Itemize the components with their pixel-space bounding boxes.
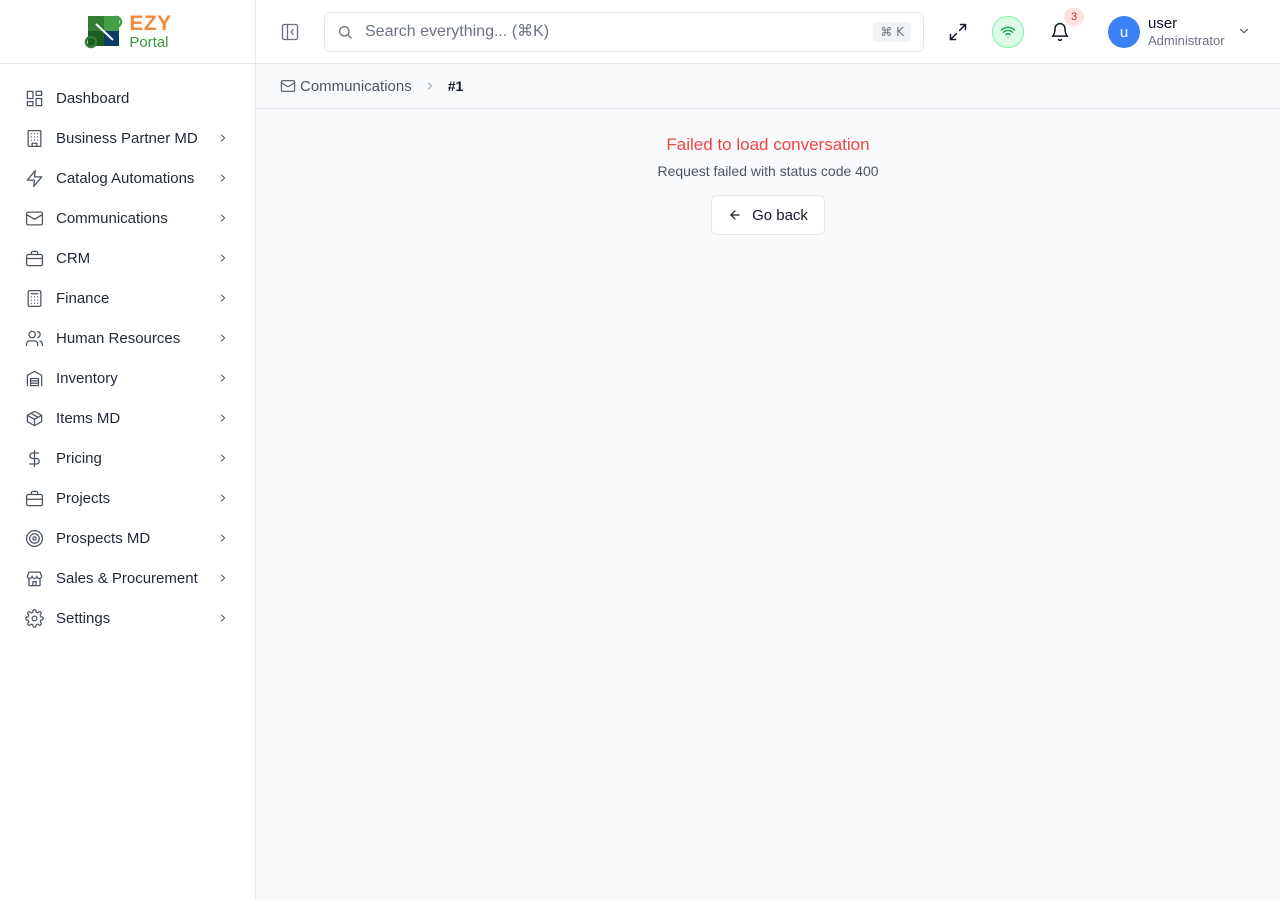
mail-icon — [280, 80, 296, 92]
top-header: ⌘ K 3 u user Administrator — [256, 0, 1280, 64]
breadcrumb-parent-label: Communications — [300, 77, 412, 95]
chevron-right-icon — [215, 610, 231, 626]
breadcrumb-current: #1 — [447, 78, 464, 94]
expand-icon — [949, 23, 967, 41]
chevron-right-icon — [215, 530, 231, 546]
sidebar-item-label: Business Partner MD — [56, 129, 198, 147]
dashboard-icon — [24, 88, 44, 108]
connection-status-button[interactable] — [992, 16, 1024, 48]
search-input[interactable] — [365, 23, 874, 41]
briefcase-icon — [24, 488, 44, 508]
calculator-icon — [24, 288, 44, 308]
chevron-right-icon — [215, 170, 231, 186]
chevron-right-icon — [215, 210, 231, 226]
store-icon — [24, 568, 44, 588]
chevron-right-icon — [215, 450, 231, 466]
error-detail: Request failed with status code 400 — [657, 163, 879, 179]
sidebar-item-label: Inventory — [56, 369, 118, 387]
user-info: user Administrator — [1148, 15, 1225, 49]
sidebar-item-dashboard[interactable]: Dashboard — [0, 78, 255, 118]
ezy-logo-icon — [85, 15, 123, 48]
sidebar-item-label: Prospects MD — [56, 529, 151, 547]
users-icon — [24, 328, 44, 348]
sidebar-item-label: Items MD — [56, 409, 121, 427]
error-title: Failed to load conversation — [666, 135, 870, 154]
sidebar-item-pricing[interactable]: Pricing — [0, 438, 255, 478]
chevron-right-icon — [215, 370, 231, 386]
sidebar-item-label: Dashboard — [56, 89, 130, 107]
dollar-icon — [24, 448, 44, 468]
sidebar-item-sales-procurement[interactable]: Sales & Procurement — [0, 558, 255, 598]
breadcrumb: Communications #1 — [256, 64, 1280, 109]
building-icon — [24, 128, 44, 148]
lightning-icon — [24, 168, 44, 188]
fullscreen-button[interactable] — [942, 16, 974, 48]
sidebar-toggle-button[interactable] — [280, 22, 300, 42]
sidebar-item-catalog-automations[interactable]: Catalog Automations — [0, 158, 255, 198]
main-content: Communications #1 Failed to load convers… — [256, 64, 1280, 900]
go-back-label: Go back — [752, 206, 808, 224]
chevron-right-icon — [215, 570, 231, 586]
chevron-right-icon — [215, 130, 231, 146]
go-back-button[interactable]: Go back — [711, 195, 825, 235]
sidebar-item-label: Projects — [56, 489, 111, 507]
chevron-right-icon — [215, 490, 231, 506]
sidebar-item-label: Catalog Automations — [56, 169, 195, 187]
brand-logo[interactable]: EZY Portal — [83, 12, 171, 52]
search-box[interactable]: ⌘ K — [324, 12, 924, 52]
bell-icon — [1051, 22, 1069, 42]
warehouse-icon — [24, 368, 44, 388]
user-menu[interactable]: u user Administrator — [1108, 15, 1253, 49]
sidebar-item-label: CRM — [56, 249, 91, 267]
sidebar-item-label: Human Resources — [56, 329, 181, 347]
avatar: u — [1108, 16, 1140, 48]
sidebar-item-label: Finance — [56, 289, 110, 307]
sidebar-nav: Dashboard Business Partner MD Catalog Au… — [0, 64, 255, 638]
sidebar-item-label: Settings — [56, 609, 111, 627]
sidebar-item-crm[interactable]: CRM — [0, 238, 255, 278]
gear-icon — [24, 608, 44, 628]
chevron-right-icon — [215, 250, 231, 266]
sidebar-item-items-md[interactable]: Items MD — [0, 398, 255, 438]
sidebar-item-label: Sales & Procurement — [56, 569, 198, 587]
target-icon — [24, 528, 44, 548]
brand-line2: Portal — [129, 34, 169, 51]
user-name: user — [1148, 15, 1178, 33]
sidebar-item-inventory[interactable]: Inventory — [0, 358, 255, 398]
briefcase-icon — [24, 248, 44, 268]
search-icon — [337, 24, 353, 40]
error-state: Failed to load conversation Request fail… — [256, 109, 1280, 235]
wifi-icon — [1000, 26, 1016, 38]
sidebar-item-label: Communications — [56, 209, 168, 227]
chevron-down-icon — [1237, 24, 1253, 40]
sidebar-item-projects[interactable]: Projects — [0, 478, 255, 518]
sidebar-item-settings[interactable]: Settings — [0, 598, 255, 638]
notification-count-badge: 3 — [1064, 8, 1084, 26]
arrow-left-icon — [730, 210, 740, 220]
panel-left-icon — [281, 23, 299, 41]
sidebar-item-prospects-md[interactable]: Prospects MD — [0, 518, 255, 558]
user-role: Administrator — [1148, 33, 1225, 49]
mail-icon — [24, 208, 44, 228]
chevron-right-icon — [215, 290, 231, 306]
chevron-right-icon — [215, 410, 231, 426]
sidebar-item-finance[interactable]: Finance — [0, 278, 255, 318]
brand-line1: EZY — [129, 12, 172, 35]
chevron-right-icon — [424, 80, 436, 92]
box-icon — [24, 408, 44, 428]
sidebar-item-business-partner-md[interactable]: Business Partner MD — [0, 118, 255, 158]
sidebar-item-human-resources[interactable]: Human Resources — [0, 318, 255, 358]
brand-text: EZY Portal — [129, 13, 171, 50]
notifications-button[interactable]: 3 — [1044, 8, 1084, 48]
sidebar-item-label: Pricing — [56, 449, 102, 467]
logo-bar: EZY Portal — [0, 0, 255, 64]
search-shortcut-hint: ⌘ K — [873, 22, 911, 42]
sidebar-item-communications[interactable]: Communications — [0, 198, 255, 238]
breadcrumb-communications[interactable]: Communications — [280, 78, 412, 95]
chevron-right-icon — [215, 330, 231, 346]
sidebar: EZY Portal Dashboard Business Partner MD… — [0, 0, 256, 900]
